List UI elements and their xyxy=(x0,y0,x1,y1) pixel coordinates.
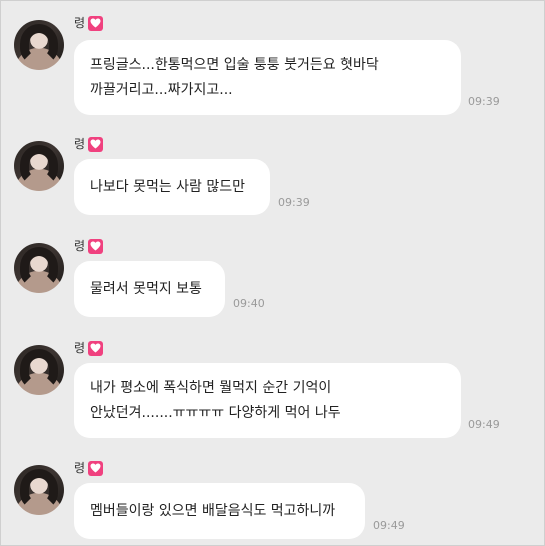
sender-name: 령 xyxy=(74,16,86,30)
message-bubble[interactable]: 물려서 못먹지 보통 xyxy=(74,261,225,317)
sender: 령 xyxy=(74,15,104,31)
sender: 령 xyxy=(74,136,104,152)
heart-icon xyxy=(88,340,104,356)
message-text: 나보다 못먹는 사람 많드만 xyxy=(90,178,246,195)
message-bubble[interactable]: 내가 평소에 폭식하면 뭘먹지 순간 기억이 안났던겨.......ㅠㅠㅠㅠ 다… xyxy=(74,363,461,438)
message-bubble[interactable]: 멤버들이랑 있으면 배달음식도 먹고하니까 xyxy=(74,483,365,539)
sender-name: 령 xyxy=(74,239,86,253)
sender: 령 xyxy=(74,460,104,476)
sender-name: 령 xyxy=(74,341,86,355)
heart-icon xyxy=(88,136,104,152)
sender-name: 령 xyxy=(74,137,86,151)
message-text: 안났던겨.......ㅠㅠㅠㅠ 다양하게 먹어 나두 xyxy=(90,404,341,421)
message-text: 까끌거리고...짜가지고... xyxy=(90,81,233,98)
message-bubble[interactable]: 나보다 못먹는 사람 많드만 xyxy=(74,159,270,215)
timestamp: 09:49 xyxy=(373,519,405,532)
sender: 령 xyxy=(74,340,104,356)
heart-icon xyxy=(88,15,104,31)
timestamp: 09:39 xyxy=(278,196,310,209)
message-text: 물려서 못먹지 보통 xyxy=(90,280,202,297)
timestamp: 09:39 xyxy=(468,95,500,108)
avatar[interactable] xyxy=(14,465,64,515)
avatar[interactable] xyxy=(14,20,64,70)
avatar[interactable] xyxy=(14,141,64,191)
chat-window: 령 프링글스...한통먹으면 입술 퉁퉁 붓거든요 혓바닥 까끌거리고...짜가… xyxy=(0,0,545,546)
sender: 령 xyxy=(74,238,104,254)
message-text: 내가 평소에 폭식하면 뭘먹지 순간 기억이 xyxy=(90,379,332,396)
heart-icon xyxy=(88,460,104,476)
message-bubble[interactable]: 프링글스...한통먹으면 입술 퉁퉁 붓거든요 혓바닥 까끌거리고...짜가지고… xyxy=(74,40,461,115)
avatar[interactable] xyxy=(14,243,64,293)
message-text: 멤버들이랑 있으면 배달음식도 먹고하니까 xyxy=(90,502,336,519)
message-text: 프링글스...한통먹으면 입술 퉁퉁 붓거든요 혓바닥 xyxy=(90,56,379,73)
timestamp: 09:40 xyxy=(233,297,265,310)
avatar[interactable] xyxy=(14,345,64,395)
sender-name: 령 xyxy=(74,461,86,475)
heart-icon xyxy=(88,238,104,254)
timestamp: 09:49 xyxy=(468,418,500,431)
